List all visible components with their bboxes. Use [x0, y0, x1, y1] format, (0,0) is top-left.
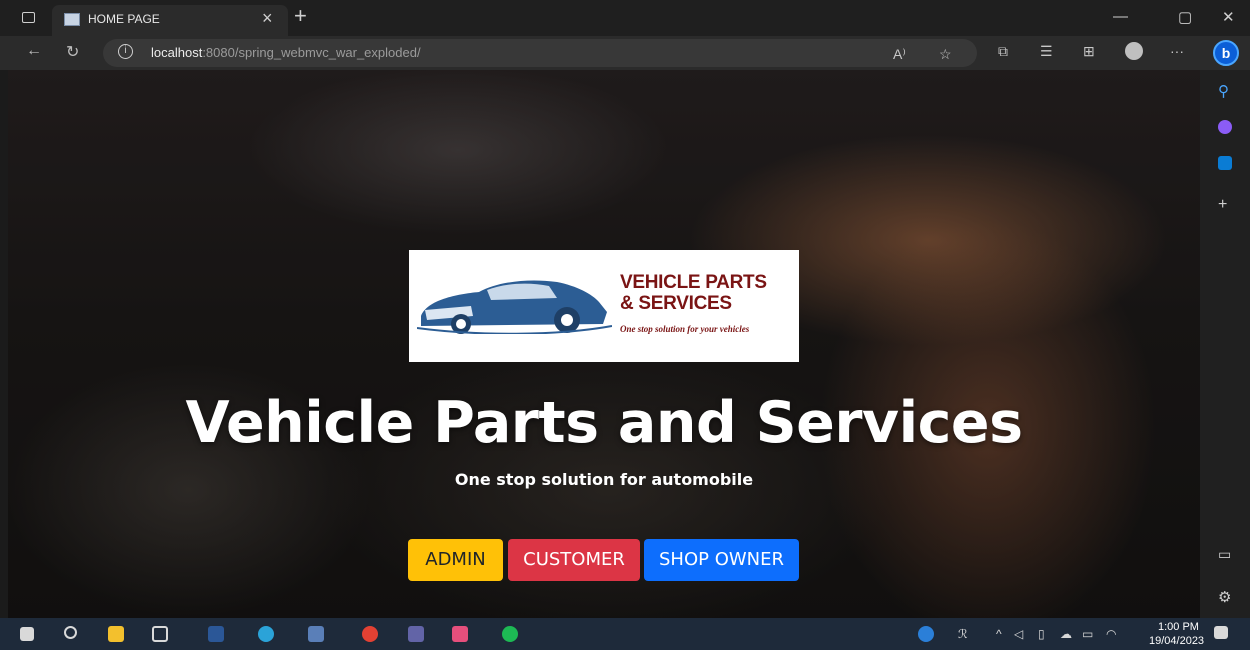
browser-sidebar: ⚲ + ▭ ⚙ — [1200, 70, 1250, 618]
photos-icon[interactable] — [308, 626, 324, 642]
tab-strip: HOME PAGE × + — ▢ ✕ — [0, 0, 1250, 36]
url-host: localhost — [151, 45, 203, 60]
admin-button[interactable]: ADMIN — [408, 539, 503, 581]
site-info-icon[interactable]: i — [118, 44, 133, 59]
notifications-icon[interactable] — [1214, 626, 1228, 639]
3d-viewer-icon[interactable] — [152, 626, 168, 642]
minimize-button[interactable]: — — [1113, 8, 1128, 25]
profile-icon[interactable] — [1125, 42, 1143, 60]
refresh-icon[interactable]: ↻ — [66, 42, 79, 62]
restore-button[interactable]: ▢ — [1178, 8, 1192, 26]
more-icon[interactable]: ··· — [1170, 43, 1184, 59]
copilot-icon[interactable] — [1218, 120, 1232, 134]
back-icon[interactable]: ← — [26, 42, 42, 60]
battery-icon[interactable]: ▭ — [1082, 627, 1093, 641]
wifi-icon[interactable]: ◠ — [1106, 627, 1116, 641]
navigation-bar: ← ↻ i localhost:8080/spring_webmvc_war_e… — [0, 36, 1250, 70]
bing-icon[interactable]: b — [1213, 40, 1239, 66]
clock-date[interactable]: 19/04/2023 — [1149, 635, 1204, 647]
collections-icon[interactable]: ⊞ — [1083, 43, 1095, 60]
people-icon[interactable]: ℛ — [958, 627, 968, 641]
windows-start-icon[interactable] — [20, 627, 34, 641]
tab-title: HOME PAGE — [88, 12, 160, 26]
hide-sidebar-icon[interactable]: ▭ — [1218, 546, 1232, 562]
teams-icon[interactable] — [408, 626, 424, 642]
settings-icon[interactable]: ⚙ — [1218, 588, 1232, 606]
address-bar[interactable]: i localhost:8080/spring_webmvc_war_explo… — [103, 39, 977, 67]
car-logo-icon — [417, 280, 612, 334]
browser-window: HOME PAGE × + — ▢ ✕ ← ↻ i localhost:8080… — [0, 0, 1250, 650]
url-text[interactable]: localhost:8080/spring_webmvc_war_explode… — [151, 45, 421, 60]
help-icon[interactable] — [918, 626, 934, 642]
favicon-icon — [64, 13, 80, 26]
extensions-icon[interactable]: ⧉ — [998, 43, 1008, 60]
hero-title: Vehicle Parts and Services — [185, 390, 1023, 456]
logo-title-line1: VEHICLE PARTS — [620, 272, 767, 293]
favorites-add-icon[interactable]: ☆ — [939, 46, 952, 63]
add-icon[interactable]: + — [1218, 196, 1232, 213]
tab-actions-icon[interactable] — [22, 12, 35, 23]
file-explorer-icon[interactable] — [108, 626, 124, 642]
outlook-icon[interactable] — [1218, 156, 1232, 170]
volume-icon[interactable]: ◁ — [1014, 627, 1023, 641]
logo-title-line2: & SERVICES — [620, 293, 732, 314]
read-aloud-icon[interactable]: A⁾ — [893, 46, 906, 63]
customer-button[interactable]: CUSTOMER — [508, 539, 640, 581]
search-icon[interactable] — [64, 626, 77, 639]
new-tab-button[interactable]: + — [294, 3, 307, 29]
search-icon[interactable]: ⚲ — [1218, 82, 1232, 100]
shop-owner-button[interactable]: SHOP OWNER — [644, 539, 799, 581]
tab-home-page[interactable]: HOME PAGE × — [52, 5, 288, 36]
spotify-icon[interactable] — [502, 626, 518, 642]
intellij-icon[interactable] — [452, 626, 468, 642]
word-icon[interactable] — [208, 626, 224, 642]
windows-taskbar: ℛ ^ ◁ ▯ ☁ ▭ ◠ 1:00 PM 19/04/2023 — [0, 618, 1250, 650]
url-path: :8080/spring_webmvc_war_exploded/ — [202, 45, 421, 60]
page-viewport: VEHICLE PARTS & SERVICES One stop soluti… — [8, 70, 1200, 618]
tray-app-icon[interactable]: ▯ — [1038, 627, 1045, 641]
clock-time[interactable]: 1:00 PM — [1158, 621, 1199, 633]
close-window-button[interactable]: ✕ — [1222, 8, 1235, 26]
logo-tagline: One stop solution for your vehicles — [620, 324, 750, 334]
tab-close-icon[interactable]: × — [262, 8, 273, 29]
site-logo: VEHICLE PARTS & SERVICES One stop soluti… — [409, 250, 799, 362]
hero-subtitle: One stop solution for automobile — [454, 470, 754, 489]
favorites-icon[interactable]: ☰ — [1040, 43, 1053, 60]
cloud-icon[interactable]: ☁ — [1060, 627, 1072, 641]
edge-icon[interactable] — [258, 626, 274, 642]
tray-chevron-icon[interactable]: ^ — [996, 627, 1002, 641]
chrome-icon[interactable] — [362, 626, 378, 642]
